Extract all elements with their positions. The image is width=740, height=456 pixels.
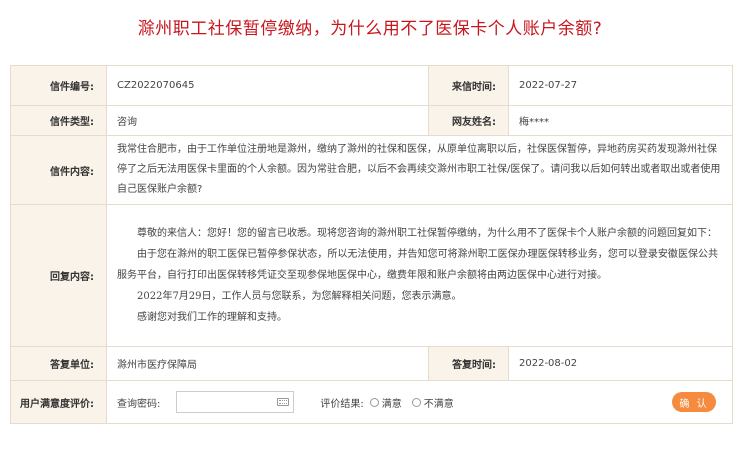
satisfied-radio[interactable]: 满意 — [369, 395, 402, 410]
reply-paragraph: 尊敬的来信人：您好！您的留言已收悉。现将您咨询的滁州职工社保暂停缴纳，为什么用不… — [137, 228, 717, 239]
evaluation-label: 用户满意度评价: — [10, 380, 107, 424]
evaluation-form: 查询密码: 评价结果: 满意 不满意 确 认 — [107, 381, 732, 423]
keyboard-icon[interactable] — [277, 398, 290, 406]
password-input[interactable] — [176, 391, 295, 413]
letter-number-label: 信件编号: — [10, 65, 107, 106]
user-name-label: 网友姓名: — [428, 105, 509, 136]
row-unit-date: 答复单位: 滁州市医疗保障局 答复时间: 2022-08-02 — [10, 346, 733, 381]
password-label: 查询密码: — [117, 398, 161, 410]
row-reply: 回复内容: 尊敬的来信人：您好！您的留言已收悉。现将您咨询的滁州职工社保暂停缴纳… — [10, 204, 733, 347]
user-name-value: 梅**** — [508, 105, 733, 136]
evaluation-result-label: 评价结果: — [320, 398, 364, 410]
reply-paragraph: 感谢您对我们工作的理解和支持。 — [137, 312, 287, 323]
reply-paragraph: 2022年7月29日，工作人员与您联系，为您解释相关问题，您表示满意。 — [137, 291, 462, 302]
satisfied-label[interactable]: 满意 — [382, 395, 402, 410]
reply-content-label: 回复内容: — [10, 204, 107, 347]
unsatisfied-label[interactable]: 不满意 — [424, 395, 454, 410]
row-type-user: 信件类型: 咨询 网友姓名: 梅**** — [10, 105, 733, 136]
letter-type-value: 咨询 — [106, 105, 429, 136]
reply-unit-value: 滁州市医疗保障局 — [106, 346, 429, 381]
letter-date-value: 2022-07-27 — [508, 65, 733, 106]
unsatisfied-radio[interactable]: 不满意 — [411, 395, 454, 410]
row-evaluation: 用户满意度评价: 查询密码: 评价结果: 满意 不满意 确 认 — [10, 380, 733, 424]
letter-content-label: 信件内容: — [10, 135, 107, 205]
letter-date-label: 来信时间: — [428, 65, 509, 106]
letter-content-text: 我常住合肥市，由于工作单位注册地是滁州，缴纳了滁州的社保和医保，从原单位离职以后… — [106, 135, 733, 205]
radio-circle-icon[interactable] — [411, 397, 421, 407]
reply-date-value: 2022-08-02 — [508, 346, 733, 381]
reply-content: 尊敬的来信人：您好！您的留言已收悉。现将您咨询的滁州职工社保暂停缴纳，为什么用不… — [106, 204, 733, 347]
radio-circle-icon[interactable] — [369, 397, 379, 407]
letter-number-value: CZ2022070645 — [106, 65, 429, 106]
letter-detail-table: 信件编号: CZ2022070645 来信时间: 2022-07-27 信件类型… — [10, 65, 733, 424]
reply-date-label: 答复时间: — [428, 346, 509, 381]
page-title: 滁州职工社保暂停缴纳，为什么用不了医保卡个人账户余额? — [137, 19, 603, 39]
row-content: 信件内容: 我常住合肥市，由于工作单位注册地是滁州，缴纳了滁州的社保和医保，从原… — [10, 135, 733, 205]
row-number-date: 信件编号: CZ2022070645 来信时间: 2022-07-27 — [10, 65, 733, 106]
confirm-button[interactable]: 确 认 — [672, 392, 716, 412]
letter-type-label: 信件类型: — [10, 105, 107, 136]
reply-unit-label: 答复单位: — [10, 346, 107, 381]
reply-paragraph: 由于您在滁州的职工医保已暂停参保状态，所以无法使用，并告知您可将滁州职工医保办理… — [117, 249, 718, 281]
evaluation-cell: 查询密码: 评价结果: 满意 不满意 确 认 — [106, 380, 733, 424]
